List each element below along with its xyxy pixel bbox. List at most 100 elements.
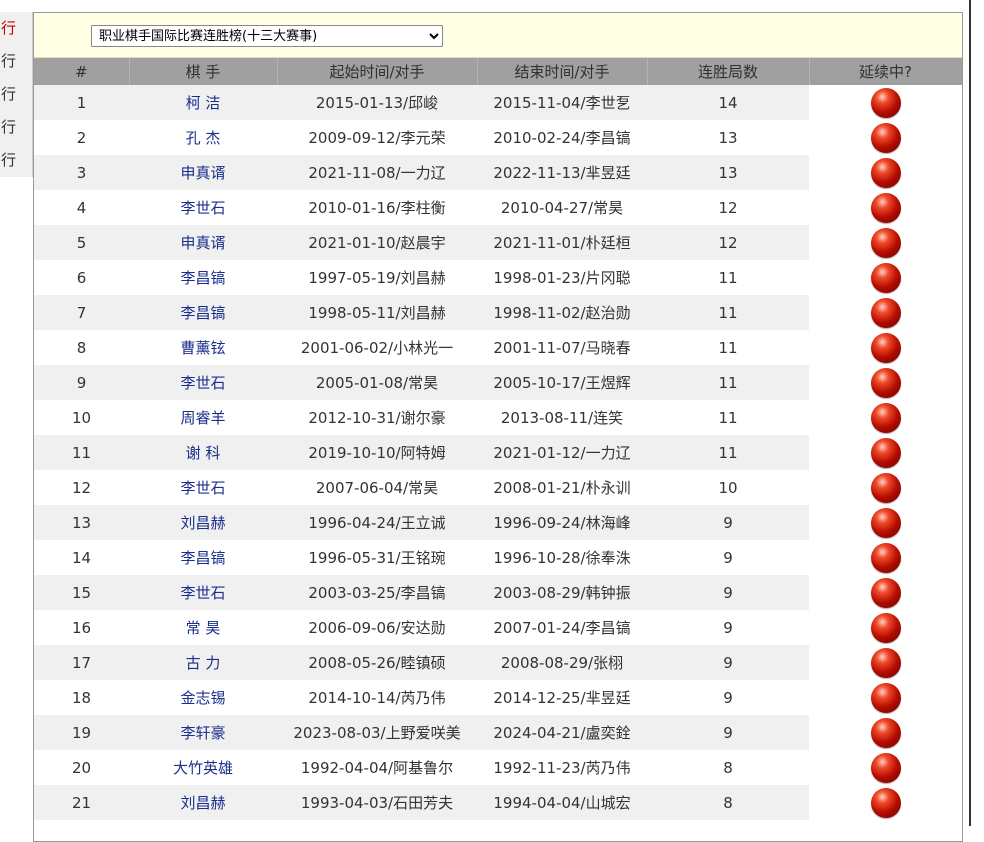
ongoing-status-cell <box>809 680 962 715</box>
red-ball-icon <box>870 192 901 223</box>
wins-cell: 12 <box>647 225 809 260</box>
table-row: 1柯 洁 2015-01-13/邱峻 2015-11-04/李世乭 14 <box>34 85 962 120</box>
rank-cell: 10 <box>34 400 129 435</box>
table-row: 6 李昌镐 1997-05-19/刘昌赫 1998-01-23/片冈聪 11 <box>34 260 962 295</box>
ongoing-status-cell <box>809 540 962 575</box>
player-link[interactable]: 古 力 <box>129 645 277 680</box>
wins-cell: 9 <box>647 575 809 610</box>
end-cell: 2013-08-11/连笑 <box>477 400 647 435</box>
table-body: 1柯 洁 2015-01-13/邱峻 2015-11-04/李世乭 14 2 孔 杰 200… <box>34 85 962 820</box>
red-ball-icon <box>870 297 901 328</box>
player-link[interactable]: 周睿羊 <box>129 400 277 435</box>
header-rank[interactable]: # <box>34 58 130 85</box>
header-ongoing[interactable]: 延续中? <box>809 58 962 85</box>
player-link[interactable]: 大竹英雄 <box>129 750 277 785</box>
wins-cell: 11 <box>647 435 809 470</box>
selector-bar: 职业棋手国际比赛连胜榜(十三大赛事) <box>34 13 962 58</box>
player-link[interactable]: 曹薰铉 <box>129 330 277 365</box>
end-cell: 2014-12-25/芈昱廷 <box>477 680 647 715</box>
red-ball-icon <box>870 227 901 258</box>
rank-cell: 16 <box>34 610 129 645</box>
end-cell: 2021-11-01/朴廷桓 <box>477 225 647 260</box>
ongoing-status-cell <box>809 610 962 645</box>
wins-cell: 9 <box>647 540 809 575</box>
header-end[interactable]: 结束时间/对手 <box>477 58 648 85</box>
player-link[interactable]: 金志锡 <box>129 680 277 715</box>
red-ball-icon <box>870 157 901 188</box>
red-ball-icon <box>870 752 901 783</box>
player-link[interactable]: 常 昊 <box>129 610 277 645</box>
wins-cell: 8 <box>647 750 809 785</box>
player-link[interactable]: 李轩豪 <box>129 715 277 750</box>
end-cell: 2021-01-12/一力辽 <box>477 435 647 470</box>
wins-cell: 11 <box>647 295 809 330</box>
player-link[interactable]: 李世石 <box>129 575 277 610</box>
player-link[interactable]: 李昌镐 <box>129 260 277 295</box>
player-link[interactable]: 柯 洁 <box>129 85 277 120</box>
sidebar-item[interactable]: 行 <box>0 78 32 111</box>
end-cell: 1998-11-02/赵治勋 <box>477 295 647 330</box>
player-link[interactable]: 李昌镐 <box>129 295 277 330</box>
start-cell: 2009-09-12/李元荣 <box>277 120 477 155</box>
player-link[interactable]: 李世石 <box>129 470 277 505</box>
red-ball-icon <box>870 87 901 118</box>
start-cell: 2015-01-13/邱峻 <box>277 85 477 120</box>
streak-table: # 棋 手 起始时间/对手 结束时间/对手 连胜局数 延续中? 1柯 洁 2015… <box>34 58 962 820</box>
header-wins[interactable]: 连胜局数 <box>647 58 810 85</box>
ongoing-status-cell <box>809 120 962 155</box>
sidebar-item[interactable]: 行 <box>0 111 32 144</box>
rank-cell: 4 <box>34 190 129 225</box>
red-ball-icon <box>870 647 901 678</box>
rank-cell: 9 <box>34 365 129 400</box>
ranking-select[interactable]: 职业棋手国际比赛连胜榜(十三大赛事) <box>91 25 443 47</box>
player-link[interactable]: 谢 科 <box>129 435 277 470</box>
player-link[interactable]: 刘昌赫 <box>129 785 277 820</box>
header-start[interactable]: 起始时间/对手 <box>277 58 478 85</box>
red-ball-icon <box>870 612 901 643</box>
player-link[interactable]: 孔 杰 <box>129 120 277 155</box>
red-ball-icon <box>870 332 901 363</box>
rank-cell: 3 <box>34 155 129 190</box>
table-header-row: # 棋 手 起始时间/对手 结束时间/对手 连胜局数 延续中? <box>34 58 962 85</box>
end-cell: 1996-09-24/林海峰 <box>477 505 647 540</box>
player-link[interactable]: 申真谞 <box>129 155 277 190</box>
player-link[interactable]: 申真谞 <box>129 225 277 260</box>
wins-cell: 11 <box>647 260 809 295</box>
table-row: 11 谢 科 2019-10-10/阿特姆 2021-01-12/一力辽 11 <box>34 435 962 470</box>
table-row: 10 周睿羊 2012-10-31/谢尔豪 2013-08-11/连笑 11 <box>34 400 962 435</box>
rank-cell: 21 <box>34 785 129 820</box>
start-cell: 1997-05-19/刘昌赫 <box>277 260 477 295</box>
wins-cell: 9 <box>647 715 809 750</box>
table-row: 2孔 杰 2009-09-12/李元荣 2010-02-24/李昌镐 13 <box>34 120 962 155</box>
sidebar-item[interactable]: 行 <box>0 12 32 45</box>
end-cell: 2010-02-24/李昌镐 <box>477 120 647 155</box>
ongoing-status-cell <box>809 330 962 365</box>
sidebar-item[interactable]: 行 <box>0 144 32 177</box>
red-ball-icon <box>870 717 901 748</box>
player-link[interactable]: 李世石 <box>129 365 277 400</box>
rank-cell: 19 <box>34 715 129 750</box>
rank-cell: 12 <box>34 470 129 505</box>
table-row: 19 李轩豪 2023-08-03/上野爱咲美 2024-04-21/盧奕銓 9 <box>34 715 962 750</box>
start-cell: 2007-06-04/常昊 <box>277 470 477 505</box>
wins-cell: 10 <box>647 470 809 505</box>
player-link[interactable]: 李昌镐 <box>129 540 277 575</box>
rank-cell: 1 <box>34 85 129 120</box>
ongoing-status-cell <box>809 645 962 680</box>
sidebar-item[interactable]: 行 <box>0 45 32 78</box>
rank-cell: 17 <box>34 645 129 680</box>
wins-cell: 13 <box>647 120 809 155</box>
end-cell: 1996-10-28/徐奉洙 <box>477 540 647 575</box>
rank-cell: 18 <box>34 680 129 715</box>
start-cell: 2008-05-26/睦镇硕 <box>277 645 477 680</box>
player-link[interactable]: 李世石 <box>129 190 277 225</box>
red-ball-icon <box>870 787 901 818</box>
end-cell: 2005-10-17/王煜辉 <box>477 365 647 400</box>
ongoing-status-cell <box>809 435 962 470</box>
header-player[interactable]: 棋 手 <box>129 58 278 85</box>
wins-cell: 11 <box>647 365 809 400</box>
wins-cell: 9 <box>647 680 809 715</box>
rank-cell: 6 <box>34 260 129 295</box>
end-cell: 1992-11-23/芮乃伟 <box>477 750 647 785</box>
player-link[interactable]: 刘昌赫 <box>129 505 277 540</box>
